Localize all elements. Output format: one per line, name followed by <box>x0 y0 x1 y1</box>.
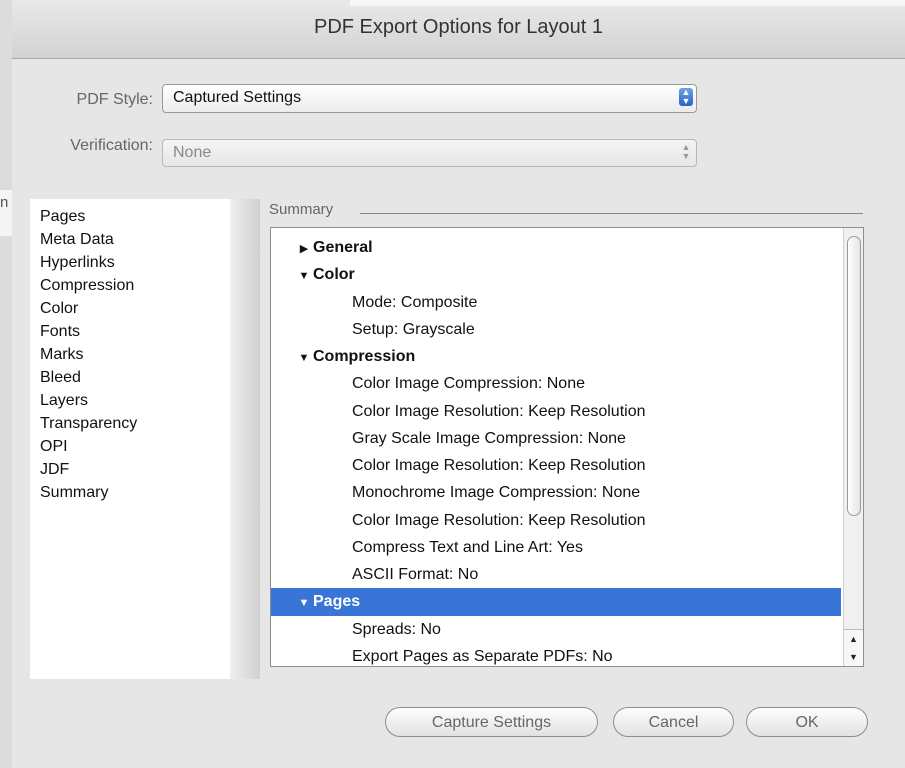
summary-row-text: Compress Text and Line Art: Yes <box>352 538 583 556</box>
pdf-style-select[interactable]: Captured Settings ▲ ▼ <box>162 84 697 113</box>
summary-section[interactable]: ▼ Pages <box>271 588 841 617</box>
summary-row-text: Color <box>313 266 355 284</box>
window-title: PDF Export Options for Layout 1 <box>313 16 604 38</box>
category-item-layers[interactable]: Layers <box>40 389 137 412</box>
category-item-hyperlinks[interactable]: Hyperlinks <box>40 251 137 274</box>
title-bar[interactable]: PDF Export Options for Layout 1 <box>12 0 905 59</box>
category-item-pages[interactable]: Pages <box>40 205 137 228</box>
category-list[interactable]: Pages Meta Data Hyperlinks Compression Color… <box>30 199 260 679</box>
scroll-down-arrow-icon[interactable]: ▼ <box>844 648 863 666</box>
summary-row-text: ASCII Format: No <box>352 566 479 583</box>
summary-scrollbar[interactable]: ▲ ▼ <box>843 228 863 666</box>
pdf-style-label: PDF Style: <box>76 91 153 108</box>
category-item-fonts[interactable]: Fonts <box>40 320 137 343</box>
summary-row-text: Export Pages as Separate PDFs: No <box>352 647 613 665</box>
category-item-marks[interactable]: Marks <box>40 343 137 366</box>
summary-item[interactable]: Spreads: No <box>271 616 841 643</box>
category-item-bleed[interactable]: Bleed <box>40 366 137 389</box>
title-bar-highlight <box>350 0 905 6</box>
summary-heading: Summary <box>269 201 334 218</box>
category-item-transparency[interactable]: Transparency <box>40 412 137 435</box>
summary-row-text: Compression <box>313 348 416 365</box>
up-down-arrows-icon: ▲ ▼ <box>679 88 693 106</box>
summary-item[interactable]: Mode: Composite <box>271 289 841 316</box>
summary-row-text: General <box>313 239 373 256</box>
summary-row-text: Mode: Composite <box>352 293 478 311</box>
scroll-thumb[interactable] <box>847 236 861 516</box>
summary-item[interactable]: Export Pages as Separate PDFs: No <box>271 643 841 666</box>
summary-row-text: Gray Scale Image Compression: None <box>352 429 626 447</box>
summary-divider <box>360 213 863 214</box>
summary-row-text: Color Image Resolution: Keep Resolution <box>352 511 646 529</box>
pdf-style-value: Captured Settings <box>173 89 302 106</box>
summary-item[interactable]: Compress Text and Line Art: Yes <box>271 534 841 561</box>
verification-value: None <box>173 144 212 161</box>
summary-section[interactable]: ▼ Color <box>271 261 841 288</box>
summary-row-text: Color Image Resolution: Keep Resolution <box>352 402 646 420</box>
disclosure-down-icon[interactable]: ▼ <box>297 590 311 617</box>
disclosure-down-icon[interactable]: ▼ <box>297 345 311 372</box>
summary-item[interactable]: ASCII Format: No <box>271 561 841 588</box>
scroll-up-arrow-icon[interactable]: ▲ <box>844 629 863 648</box>
summary-item[interactable]: Setup: Grayscale <box>271 316 841 343</box>
background-window-edge: n <box>0 0 12 768</box>
category-items: Pages Meta Data Hyperlinks Compression Color… <box>40 205 137 504</box>
summary-row-text: Monochrome Image Compression: None <box>352 484 641 502</box>
category-item-jdf[interactable]: JDF <box>40 458 137 481</box>
background-text-fragment: n <box>0 194 9 211</box>
disclosure-down-icon[interactable]: ▼ <box>297 263 311 290</box>
summary-section[interactable]: ▼ Compression <box>271 343 841 370</box>
cancel-button[interactable]: Cancel <box>613 707 734 737</box>
verification-select[interactable]: None ▲ ▼ <box>162 139 697 167</box>
ok-button[interactable]: OK <box>746 707 868 737</box>
summary-section[interactable]: ▶ General <box>271 234 841 261</box>
summary-row-text: Spreads: No <box>352 620 441 638</box>
category-item-summary[interactable]: Summary <box>40 481 137 504</box>
summary-item[interactable]: Color Image Resolution: Keep Resolution <box>271 452 841 479</box>
summary-item[interactable]: Color Image Resolution: Keep Resolution <box>271 398 841 425</box>
capture-settings-button[interactable]: Capture Settings <box>385 707 598 737</box>
category-item-compression[interactable]: Compression <box>40 274 137 297</box>
up-down-arrows-icon: ▲ ▼ <box>681 142 691 161</box>
summary-item[interactable]: Color Image Compression: None <box>271 370 841 397</box>
summary-tree[interactable]: ▶ General ▼ Color Mode: Composite Setup: Gray… <box>270 227 864 667</box>
disclosure-right-icon[interactable]: ▶ <box>297 236 311 263</box>
category-list-shade <box>230 199 260 679</box>
summary-rows: ▶ General ▼ Color Mode: Composite Setup: Gray… <box>271 234 841 666</box>
summary-row-text: Color Image Compression: None <box>352 375 585 393</box>
category-item-meta-data[interactable]: Meta Data <box>40 228 137 251</box>
summary-row-text: Color Image Resolution: Keep Resolution <box>352 457 646 474</box>
summary-item[interactable]: Gray Scale Image Compression: None <box>271 425 841 452</box>
summary-row-text: Setup: Grayscale <box>352 320 475 338</box>
category-item-opi[interactable]: OPI <box>40 435 137 458</box>
category-item-color[interactable]: Color <box>40 297 137 320</box>
verification-label: Verification: <box>70 137 153 154</box>
summary-item[interactable]: Monochrome Image Compression: None <box>271 479 841 506</box>
summary-row-text: Pages <box>313 593 361 611</box>
summary-item[interactable]: Color Image Resolution: Keep Resolution <box>271 507 841 534</box>
